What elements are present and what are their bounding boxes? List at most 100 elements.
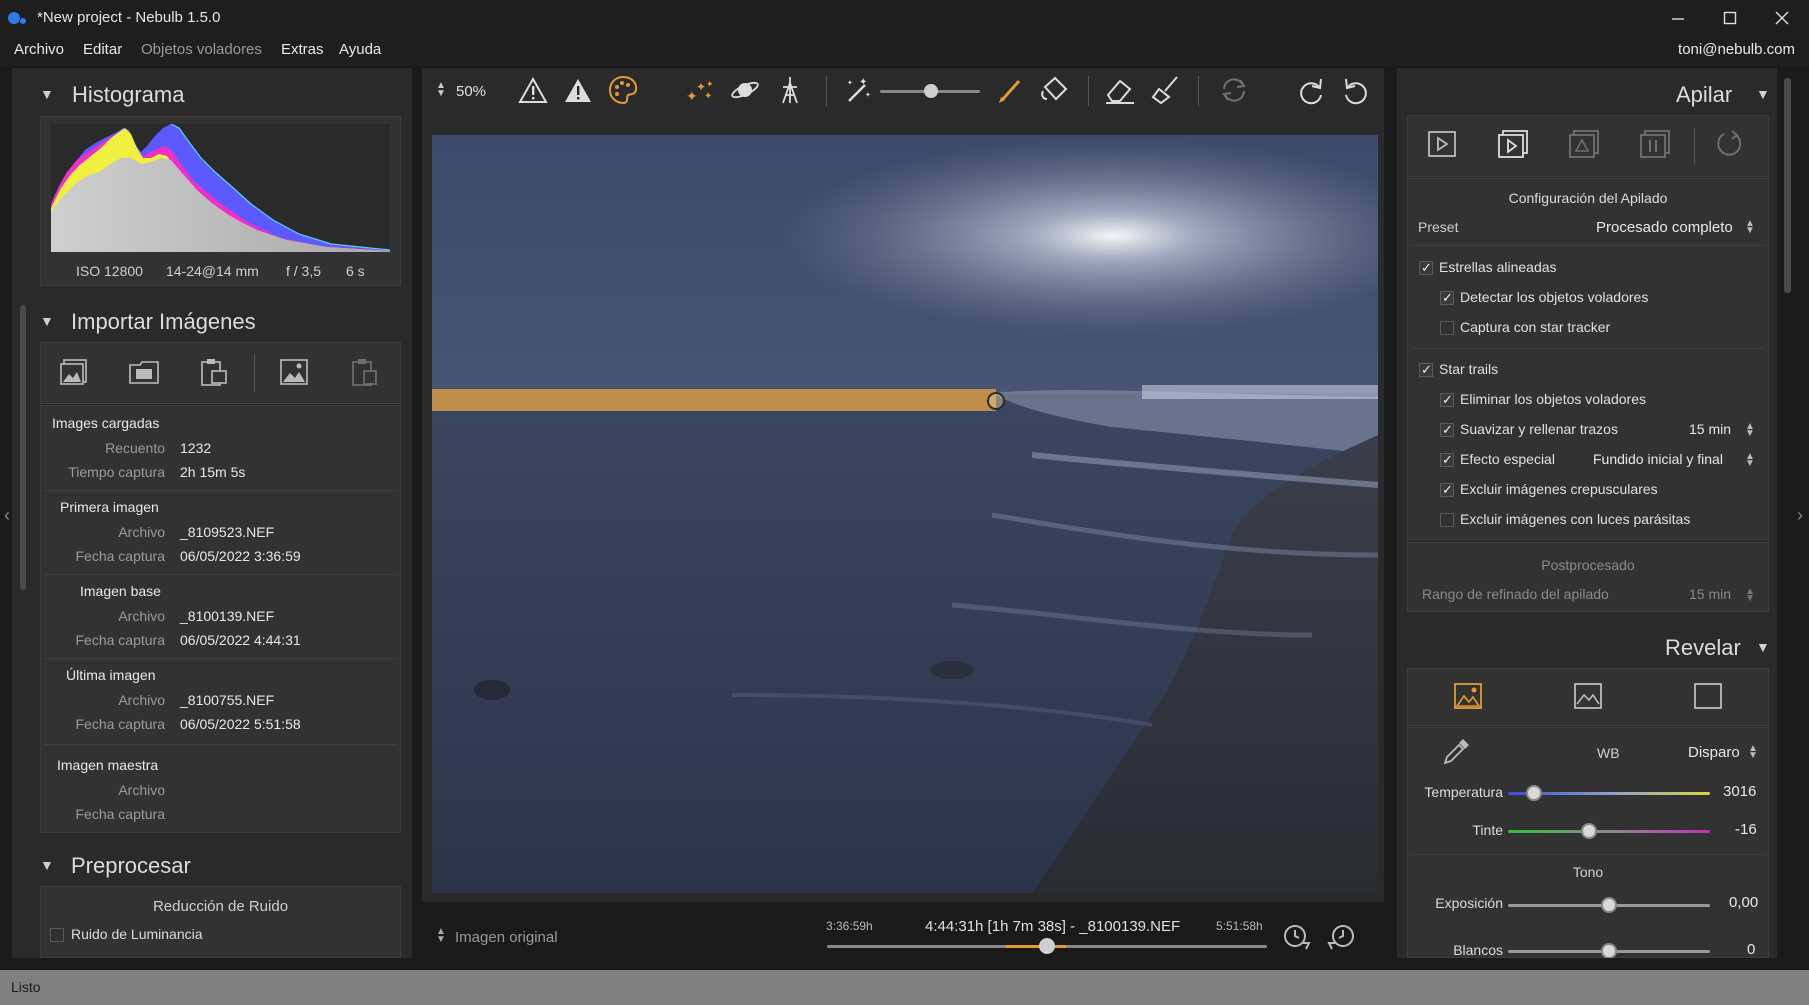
file-label: Archivo <box>118 782 165 798</box>
stack-pause-icon[interactable] <box>1639 128 1671 160</box>
star-tracker-checkbox[interactable] <box>1440 321 1454 335</box>
tint-slider[interactable] <box>1508 830 1710 833</box>
smooth-spinner-icon[interactable]: ▲ ▼ <box>1745 422 1755 439</box>
add-folder-icon[interactable] <box>128 356 160 388</box>
whites-knob[interactable] <box>1601 943 1617 959</box>
detect-flying-checkbox[interactable] <box>1440 290 1454 306</box>
refine-spinner-icon[interactable]: ▲ ▼ <box>1745 587 1755 604</box>
play-icon[interactable] <box>1426 128 1458 160</box>
develop-image-icon[interactable] <box>1452 680 1484 712</box>
preset-select[interactable]: Procesado completo <box>1596 219 1733 236</box>
luminance-noise-checkbox[interactable] <box>50 928 64 942</box>
wb-select[interactable]: Disparo <box>1688 744 1740 761</box>
smooth-fill-checkbox[interactable] <box>1440 422 1454 438</box>
exposure-knob[interactable] <box>1601 897 1617 913</box>
redo-icon[interactable] <box>1295 74 1327 106</box>
stack-play-icon[interactable] <box>1497 128 1529 160</box>
collapse-triangle-icon[interactable]: ▼ <box>1756 86 1770 102</box>
count-label: Recuento <box>105 440 165 456</box>
view-mode-spinner-icon[interactable]: ▲ ▼ <box>436 927 446 945</box>
warning-outline-icon[interactable] <box>517 74 549 106</box>
tower-icon[interactable] <box>774 74 806 106</box>
menu-extras[interactable]: Extras <box>281 41 324 58</box>
view-mode-label[interactable]: Imagen original <box>455 929 558 946</box>
menu-objetos-voladores[interactable]: Objetos voladores <box>141 41 262 58</box>
whites-value[interactable]: 0 <box>1747 941 1755 958</box>
collapse-triangle-icon[interactable]: ▼ <box>1756 639 1770 655</box>
star-trails-checkbox[interactable] <box>1419 362 1433 378</box>
file-label: Archivo <box>118 608 165 624</box>
stars-icon[interactable]: ✦ ✦ ✦ ✦ <box>684 74 716 106</box>
fill-bucket-icon[interactable] <box>1039 74 1071 106</box>
image-canvas[interactable] <box>432 135 1378 893</box>
warning-filled-icon[interactable] <box>562 74 594 106</box>
remove-flying-checkbox[interactable] <box>1440 392 1454 408</box>
eyedropper-icon[interactable] <box>1440 736 1472 768</box>
exclude-lights-checkbox[interactable] <box>1440 513 1454 527</box>
user-email[interactable]: toni@nebulb.com <box>1678 41 1795 58</box>
collapse-triangle-icon[interactable]: ▼ <box>40 313 54 329</box>
collapse-left-icon[interactable]: ‹ <box>4 505 10 526</box>
special-effect-checkbox[interactable] <box>1440 452 1454 468</box>
master-image-icon[interactable] <box>278 356 310 388</box>
develop-crop-icon[interactable] <box>1692 680 1724 712</box>
menu-editar[interactable]: Editar <box>83 41 122 58</box>
svg-text:✦: ✦ <box>706 79 714 89</box>
smooth-fill-value[interactable]: 15 min <box>1689 421 1731 437</box>
brush-icon[interactable] <box>994 74 1026 106</box>
right-scrollbar[interactable] <box>1784 78 1791 293</box>
planet-icon[interactable] <box>729 74 761 106</box>
detect-flying-label: Detectar los objetos voladores <box>1460 289 1649 305</box>
brush-size-knob[interactable] <box>924 84 938 98</box>
close-button[interactable] <box>1756 0 1808 36</box>
collapse-triangle-icon[interactable]: ▼ <box>40 86 54 102</box>
refine-range-value[interactable]: 15 min <box>1689 586 1731 602</box>
exposure-value[interactable]: 0,00 <box>1729 894 1758 911</box>
toolbar-divider <box>1198 76 1199 106</box>
aligned-stars-checkbox[interactable] <box>1419 260 1433 276</box>
remove-flying-label: Eliminar los objetos voladores <box>1460 391 1646 407</box>
develop-landscape-icon[interactable] <box>1572 680 1604 712</box>
temperature-value[interactable]: 3016 <box>1723 783 1756 800</box>
window-title: *New project - Nebulb 1.5.0 <box>37 9 221 26</box>
zoom-value[interactable]: 50% <box>456 83 486 100</box>
histogram-iso: ISO 12800 <box>76 263 143 279</box>
master-image-title: Imagen maestra <box>57 757 159 773</box>
menu-archivo[interactable]: Archivo <box>14 41 64 58</box>
preset-spinner-icon[interactable]: ▲ ▼ <box>1745 219 1755 236</box>
stack-warning-icon[interactable] <box>1568 128 1600 160</box>
zoom-spinner-icon[interactable]: ▲ ▼ <box>436 81 446 99</box>
toolbar-divider <box>826 76 827 106</box>
histogram-aperture: f / 3,5 <box>286 263 322 279</box>
history-forward-icon[interactable] <box>1280 920 1312 952</box>
capture-time-label: Tiempo captura <box>68 464 165 480</box>
timeline-start: 3:36:59h <box>826 919 873 933</box>
wb-spinner-icon[interactable]: ▲ ▼ <box>1748 744 1758 761</box>
broom-icon[interactable] <box>1149 74 1181 106</box>
collapse-triangle-icon[interactable]: ▼ <box>40 857 54 873</box>
last-file-value: _8100755.NEF <box>180 692 275 708</box>
menu-ayuda[interactable]: Ayuda <box>339 41 381 58</box>
timeline-knob[interactable] <box>1039 938 1055 954</box>
special-effect-spinner-icon[interactable]: ▲ ▼ <box>1745 452 1755 469</box>
reset-icon[interactable] <box>1714 128 1746 160</box>
special-effect-select[interactable]: Fundido inicial y final <box>1593 451 1723 467</box>
clear-images-icon[interactable] <box>348 356 380 388</box>
undo-icon[interactable] <box>1340 74 1372 106</box>
left-scrollbar[interactable] <box>20 305 26 590</box>
refresh-icon[interactable] <box>1218 74 1250 106</box>
collapse-right-icon[interactable]: › <box>1797 505 1803 526</box>
tint-value[interactable]: -16 <box>1735 821 1757 838</box>
toolbar-divider <box>1088 76 1089 106</box>
file-label: Archivo <box>118 524 165 540</box>
add-from-clipboard-icon[interactable] <box>198 356 230 388</box>
color-palette-icon[interactable] <box>607 74 639 106</box>
exclude-twilight-checkbox[interactable] <box>1440 482 1454 498</box>
add-images-icon[interactable] <box>58 356 90 388</box>
minimize-button[interactable] <box>1652 0 1704 36</box>
eraser-icon[interactable] <box>1104 74 1136 106</box>
magic-wand-icon[interactable]: ✦ ✦ ✦ <box>842 74 874 106</box>
history-back-icon[interactable] <box>1326 920 1358 952</box>
maximize-button[interactable] <box>1704 0 1756 36</box>
tint-knob[interactable] <box>1580 823 1597 839</box>
